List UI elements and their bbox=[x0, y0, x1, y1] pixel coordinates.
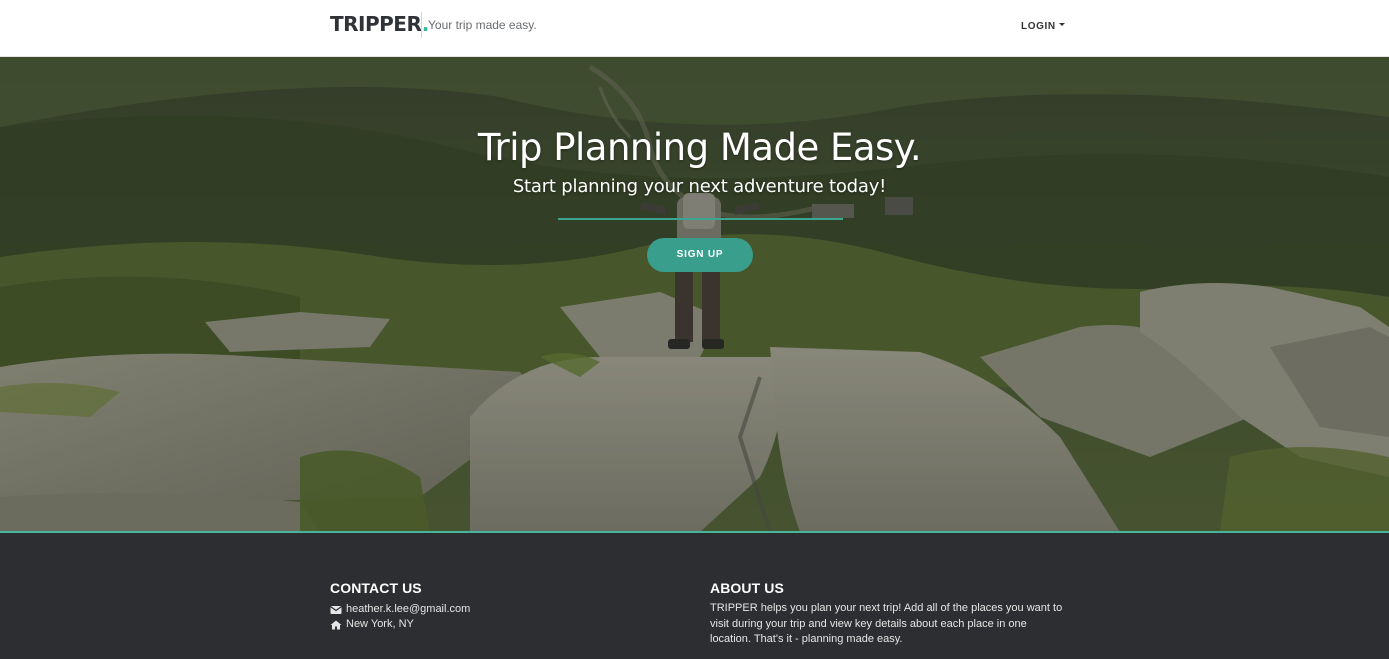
brand-logo[interactable]: TRIPPER. bbox=[330, 12, 429, 36]
contact-email[interactable]: heather.k.lee@gmail.com bbox=[330, 602, 470, 617]
brand-divider bbox=[421, 12, 422, 38]
contact-location: New York, NY bbox=[330, 617, 414, 632]
envelope-icon bbox=[330, 605, 342, 614]
brand-tagline: Your trip made easy. bbox=[428, 18, 537, 32]
contact-title: CONTACT US bbox=[330, 580, 422, 596]
caret-down-icon bbox=[1058, 22, 1065, 26]
brand-name: TRIPPER bbox=[330, 12, 422, 36]
hero-subtitle: Start planning your next adventure today… bbox=[512, 176, 887, 197]
signup-button[interactable]: SIGN UP bbox=[647, 238, 753, 272]
top-navbar: TRIPPER. Your trip made easy. LOGIN bbox=[0, 0, 1389, 57]
about-title: ABOUT US bbox=[710, 580, 784, 596]
login-dropdown[interactable]: LOGIN bbox=[1021, 20, 1065, 33]
contact-email-text: heather.k.lee@gmail.com bbox=[346, 603, 471, 615]
hero-divider bbox=[558, 218, 843, 220]
login-label: LOGIN bbox=[1021, 21, 1056, 32]
hero-title: Trip Planning Made Easy. bbox=[477, 126, 922, 169]
contact-location-text: New York, NY bbox=[346, 618, 414, 630]
hero-banner: Trip Planning Made Easy. Start planning … bbox=[0, 57, 1389, 532]
footer: CONTACT US heather.k.lee@gmail.com New Y… bbox=[0, 533, 1389, 659]
about-text: TRIPPER helps you plan your next trip! A… bbox=[710, 602, 1063, 645]
home-icon bbox=[330, 620, 342, 629]
